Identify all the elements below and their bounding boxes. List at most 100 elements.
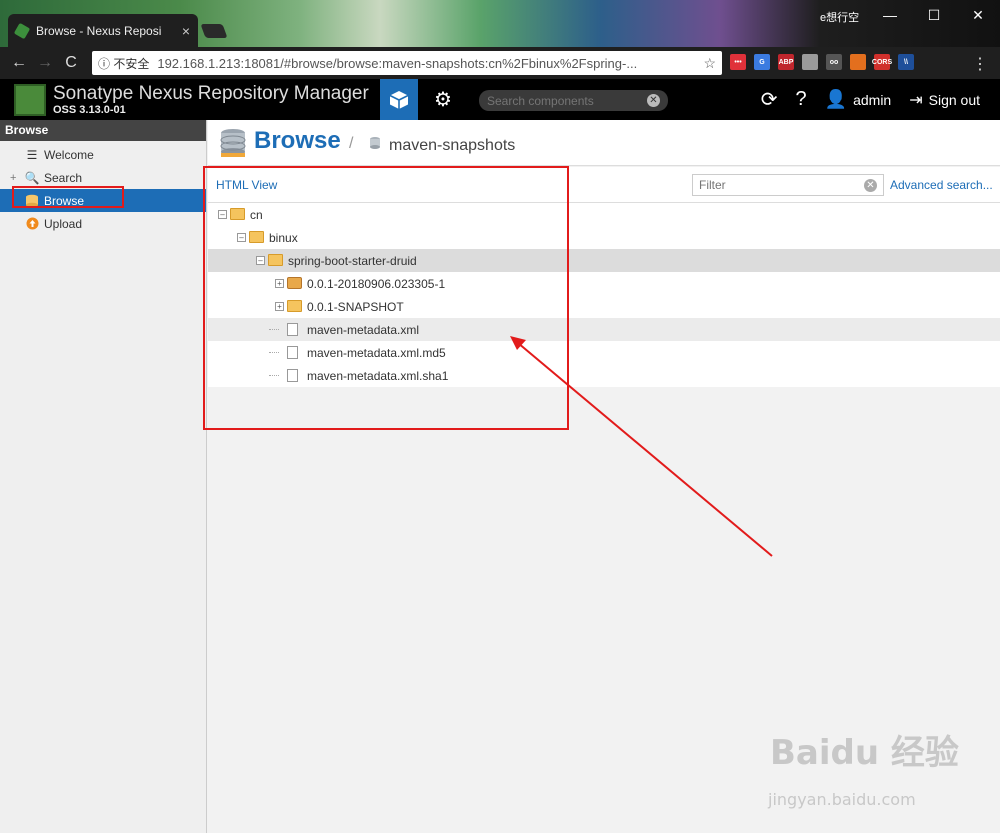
url-text[interactable]: 192.168.1.213:18081/#browse/browse:maven… [157,56,703,71]
maximize-button[interactable]: ☐ [912,0,956,30]
baidu-watermark-url: jingyan.baidu.com [768,790,916,809]
nav-item-label: Browse [44,193,85,208]
help-icon[interactable]: ? [796,88,807,111]
expand-icon[interactable]: + [275,279,284,288]
tree-item-label: maven-metadata.xml.sha1 [307,368,449,383]
tree-connector [269,329,279,330]
ext-translate-icon[interactable]: G [754,54,770,70]
left-nav-header: Browse [0,120,206,141]
refresh-icon[interactable]: ⟳ [761,87,778,112]
tree-row[interactable]: +0.0.1-20180906.023305-1 [208,272,1000,295]
expand-icon[interactable]: + [10,172,16,184]
search-icon: 🔍 [24,170,40,185]
gear-icon: ⚙ [434,89,452,111]
search-components-box[interactable]: ✕ [479,90,668,111]
tree-item-label: cn [250,207,263,222]
minimize-button[interactable]: — [868,0,912,30]
tab-title: Browse - Nexus Reposi [36,23,162,38]
nav-item-browse[interactable]: Browse [0,189,206,212]
nexus-header: Sonatype Nexus Repository Manager OSS 3.… [0,79,1000,120]
tree-row[interactable]: maven-metadata.xml.sha1 [208,364,1000,387]
collapse-icon[interactable]: – [237,233,246,242]
sign-out-button[interactable]: ⇥ Sign out [909,90,980,110]
baidu-watermark: Baidu 经验 [770,733,959,773]
filter-input[interactable] [699,178,864,192]
tree-item-label: maven-metadata.xml [307,322,420,337]
page-title: Browse [254,127,341,154]
tree-item-label: 0.0.1-20180906.023305-1 [307,276,446,291]
advanced-search-link[interactable]: Advanced search... [890,178,993,192]
sign-out-label: Sign out [928,91,980,108]
tab-close-icon[interactable]: × [182,23,190,39]
ext-box-icon[interactable]: oo [826,54,842,70]
tree-row[interactable]: – cn [208,203,1000,226]
folder-icon [230,208,245,220]
tree-item-label: spring-boot-starter-druid [288,253,417,268]
tree-row[interactable]: – binux [208,226,1000,249]
ext-slash-icon[interactable]: \\ [898,54,914,70]
upload-icon [24,217,40,231]
window-label: e想行空 [820,12,860,24]
expand-icon[interactable]: + [275,302,284,311]
filter-clear-icon[interactable]: ✕ [864,178,877,192]
page-title-bar: Browse / maven-snapshots [208,120,1000,166]
ext-abp-icon[interactable]: ABP [778,54,794,70]
browse-mode-button[interactable] [380,79,418,120]
file-icon [287,323,298,336]
security-indicator[interactable]: ⓘ 不安全 [98,55,149,72]
file-icon [287,369,298,382]
folder-icon [249,231,264,243]
nav-item-welcome[interactable]: ☰ Welcome [0,143,206,166]
html-view-link[interactable]: HTML View [216,178,277,192]
nav-item-label: Upload [44,216,83,231]
browser-tab[interactable]: Browse - Nexus Reposi × [8,14,198,47]
filter-box[interactable]: ✕ [692,174,884,196]
breadcrumb-repository[interactable]: maven-snapshots [389,137,515,155]
tree-item-label: 0.0.1-SNAPSHOT [307,299,404,314]
tree-row[interactable]: maven-metadata.xml.md5 [208,341,1000,364]
app-title: Sonatype Nexus Repository Manager [53,83,369,104]
ext-circle-icon[interactable] [802,54,818,70]
ext-orange-icon[interactable] [850,54,866,70]
user-name: admin [853,91,892,108]
database-large-icon [220,129,246,157]
nexus-favicon-icon [13,22,31,39]
search-components-input[interactable] [487,93,647,108]
collapse-icon[interactable]: – [256,256,265,265]
browse-toolbar: HTML View ✕ Advanced search... [208,167,1000,203]
user-menu[interactable]: 👤 admin [825,89,892,110]
app-version: OSS 3.13.0-01 [53,104,126,116]
ext-cors-icon[interactable]: CORS [872,54,892,70]
tree-item-label: binux [269,230,298,245]
tree-item-label: maven-metadata.xml.md5 [307,345,446,360]
administration-button[interactable]: ⚙ [424,79,462,120]
extension-icons: ••• G ABP oo CORS \\ [730,54,914,70]
tree-row[interactable]: +0.0.1-SNAPSHOT [208,295,1000,318]
nav-item-search[interactable]: + 🔍 Search [0,166,206,189]
nav-item-upload[interactable]: Upload [0,212,206,235]
nexus-logo-icon [14,84,46,116]
address-bar: ← → C ⓘ 不安全 192.168.1.213:18081/#browse/… [0,47,1000,79]
browser-menu-icon[interactable]: ⋮ [972,54,988,74]
welcome-icon: ☰ [26,147,38,162]
new-tab-button[interactable] [200,24,228,38]
collapse-icon[interactable]: – [218,210,227,219]
back-button[interactable]: ← [6,54,32,72]
left-navigation: Browse ☰ Welcome + 🔍 Search Browse Uploa… [0,120,207,833]
reload-button[interactable]: C [58,54,84,72]
forward-button[interactable]: → [32,54,58,72]
close-window-button[interactable]: ✕ [956,0,1000,30]
user-icon: 👤 [824,89,848,109]
tree-row[interactable]: – spring-boot-starter-druid [208,249,1000,272]
bookmark-star-icon[interactable]: ☆ [703,55,716,72]
nav-item-label: Search [44,170,83,185]
repository-tree: – cn – binux – spring-boot-starter-druid +0.0.… [208,203,1000,387]
folder-icon [268,254,283,266]
tree-connector [269,352,279,353]
tree-row[interactable]: maven-metadata.xml [208,318,1000,341]
component-icon [287,277,302,289]
omnibox[interactable]: ⓘ 不安全 192.168.1.213:18081/#browse/browse… [92,51,722,75]
search-clear-icon[interactable]: ✕ [647,94,660,107]
ext-red-icon[interactable]: ••• [730,54,746,70]
breadcrumb-separator: / [349,135,354,152]
